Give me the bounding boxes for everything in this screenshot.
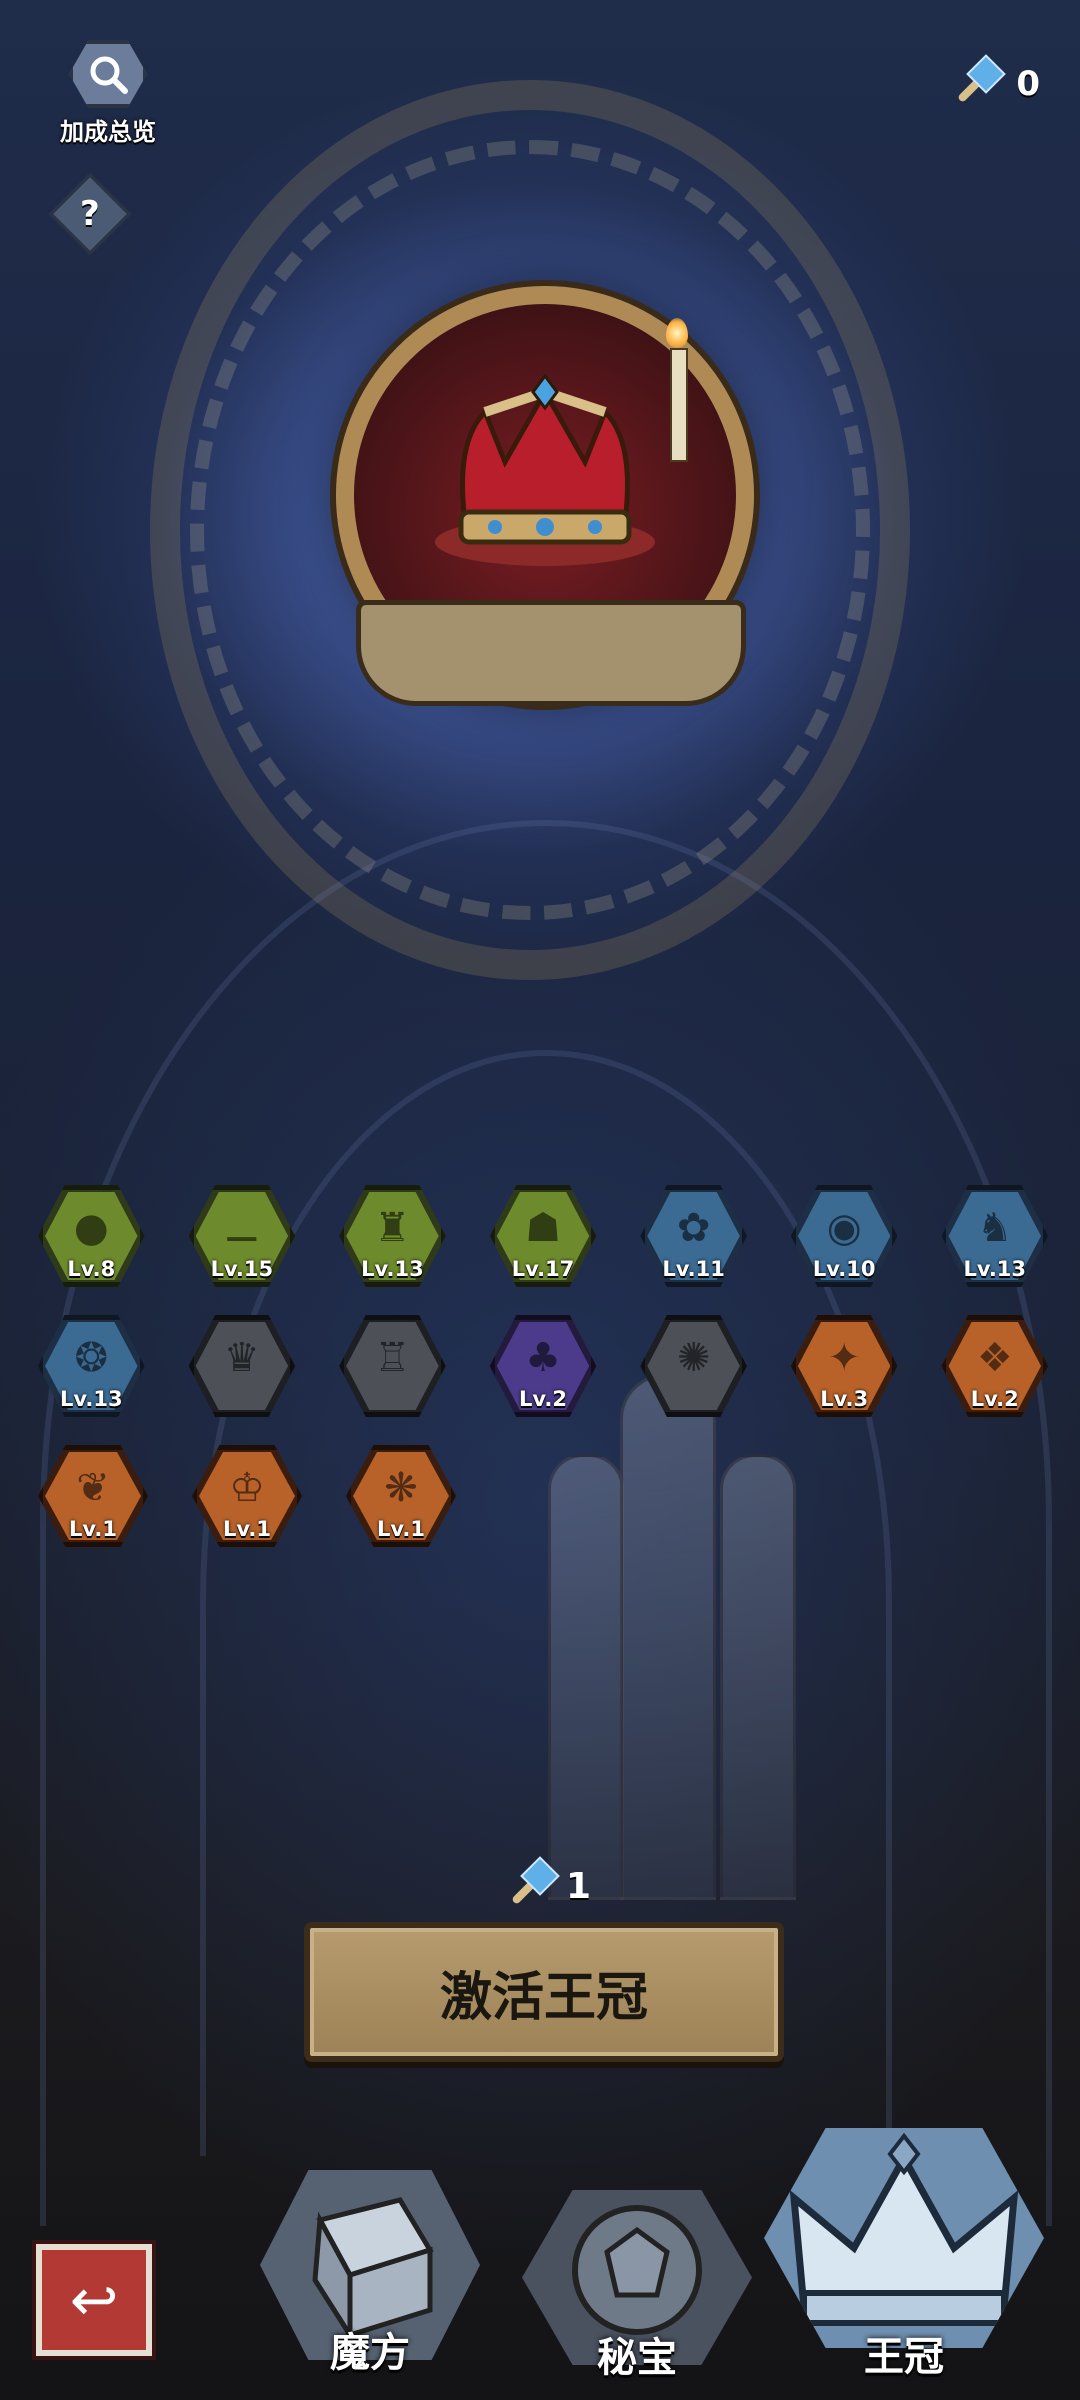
badge-level: Lv.17 bbox=[511, 1257, 575, 1281]
fish-icon: ❂ bbox=[74, 1334, 109, 1381]
return-arrow-icon: ↩ bbox=[69, 2266, 119, 2334]
cost-value: 1 bbox=[566, 1865, 592, 1907]
badge-level: Lv.13 bbox=[361, 1257, 424, 1281]
bunny-ears-icon: ♣ bbox=[525, 1334, 561, 1381]
activate-crown-button[interactable]: 激活王冠 bbox=[304, 1922, 784, 2062]
knight-helmet-icon: ♞ bbox=[976, 1204, 1013, 1251]
badge-level: Lv.15 bbox=[210, 1257, 274, 1281]
badge-level: Lv.1 bbox=[377, 1517, 425, 1541]
crown-tab-icon bbox=[764, 2128, 1044, 2348]
currency-value: 0 bbox=[1016, 64, 1040, 104]
candle-decoration bbox=[670, 348, 688, 462]
back-button[interactable]: ↩ bbox=[36, 2244, 152, 2356]
devil-hat-icon: ♛ bbox=[223, 1334, 260, 1381]
tab-treasure-label: 秘宝 bbox=[597, 2335, 677, 2381]
hero-badge[interactable]: ❂ Lv.13 bbox=[38, 1315, 145, 1417]
hero-badge[interactable]: ✦ Lv.3 bbox=[790, 1315, 898, 1417]
hero-badge[interactable]: ☗ Lv.17 bbox=[489, 1185, 597, 1287]
hero-badge[interactable]: ❦ Lv.1 bbox=[38, 1445, 148, 1547]
tab-treasure[interactable]: 秘宝 bbox=[522, 2190, 752, 2381]
hero-badge[interactable]: ✿ Lv.11 bbox=[640, 1185, 747, 1287]
badge-grid: ● Lv.8 ⚊ Lv.15 ♜ Lv.13 ☗ Lv.17 ✿ Lv.11 ◉ Lv.10 ♞ Lv.1… bbox=[38, 1185, 1049, 1575]
crown-icon: ♔ bbox=[229, 1464, 265, 1511]
badge-level: Lv.13 bbox=[60, 1387, 123, 1411]
hero-badge[interactable]: ♛ bbox=[188, 1315, 296, 1417]
hero-badge[interactable]: ⚊ Lv.15 bbox=[188, 1185, 296, 1287]
octopus-icon: ✺ bbox=[676, 1334, 711, 1381]
badge-level: Lv.3 bbox=[820, 1387, 869, 1411]
scepter-icon bbox=[500, 1856, 560, 1914]
ghost-icon: ☗ bbox=[525, 1204, 561, 1251]
bonus-overview-button[interactable]: 加成总览 bbox=[48, 40, 168, 150]
hero-badge[interactable]: ♣ Lv.2 bbox=[489, 1315, 597, 1417]
tab-crown[interactable]: 王冠 bbox=[764, 2128, 1044, 2388]
badge-level: Lv.2 bbox=[970, 1387, 1019, 1411]
hero-badge[interactable]: ❖ Lv.2 bbox=[941, 1315, 1049, 1417]
rabbit-icon: ✿ bbox=[676, 1204, 711, 1251]
scepter-currency: 0 bbox=[946, 54, 1040, 112]
bonus-overview-label: 加成总览 bbox=[60, 118, 156, 146]
badge-level: Lv.10 bbox=[812, 1257, 876, 1281]
help-button[interactable]: ? bbox=[48, 172, 132, 256]
scepter-icon bbox=[946, 54, 1007, 112]
hero-badge[interactable]: ✺ bbox=[640, 1315, 747, 1417]
hero-badge[interactable]: ♖ bbox=[339, 1315, 446, 1417]
badge-level: Lv.13 bbox=[963, 1257, 1027, 1281]
activate-crown-label: 激活王冠 bbox=[439, 1967, 648, 2028]
badge-level: Lv.1 bbox=[69, 1517, 117, 1541]
badge-level: Lv.11 bbox=[662, 1257, 725, 1281]
beast-head-icon: ❋ bbox=[384, 1464, 418, 1511]
badge-level: Lv.8 bbox=[67, 1257, 116, 1281]
hero-badge[interactable]: ♞ Lv.13 bbox=[941, 1185, 1049, 1287]
badge-level: Lv.1 bbox=[223, 1517, 271, 1541]
tab-cube-label: 魔方 bbox=[330, 2330, 410, 2376]
flame-decoration bbox=[666, 318, 688, 348]
bat-icon: ❦ bbox=[76, 1464, 110, 1511]
hero-badge[interactable]: ● Lv.8 bbox=[38, 1185, 145, 1287]
activation-cost: 1 bbox=[500, 1856, 592, 1914]
magic-hat-icon: ♖ bbox=[374, 1334, 411, 1381]
question-icon: ? bbox=[80, 193, 100, 234]
silhouette-icon: ● bbox=[73, 1204, 109, 1251]
top-hat-figure-icon: ♜ bbox=[374, 1204, 411, 1251]
badge-level: Lv.2 bbox=[519, 1387, 567, 1411]
tab-crown-label: 王冠 bbox=[864, 2334, 944, 2380]
cyclops-icon: ◉ bbox=[826, 1204, 862, 1251]
hero-badge[interactable]: ◉ Lv.10 bbox=[790, 1185, 898, 1287]
monster-icon: ❖ bbox=[976, 1334, 1013, 1381]
magnifier-icon bbox=[69, 40, 147, 108]
crown-icon bbox=[435, 373, 655, 567]
tab-cube[interactable]: 魔方 bbox=[260, 2170, 480, 2380]
bone-icon: ⚊ bbox=[223, 1204, 260, 1251]
crown-ribbon bbox=[356, 600, 746, 706]
hero-badge[interactable]: ❋ Lv.1 bbox=[346, 1445, 456, 1547]
hero-badge[interactable]: ♜ Lv.13 bbox=[339, 1185, 446, 1287]
phoenix-icon: ✦ bbox=[827, 1334, 861, 1381]
hero-badge[interactable]: ♔ Lv.1 bbox=[192, 1445, 302, 1547]
